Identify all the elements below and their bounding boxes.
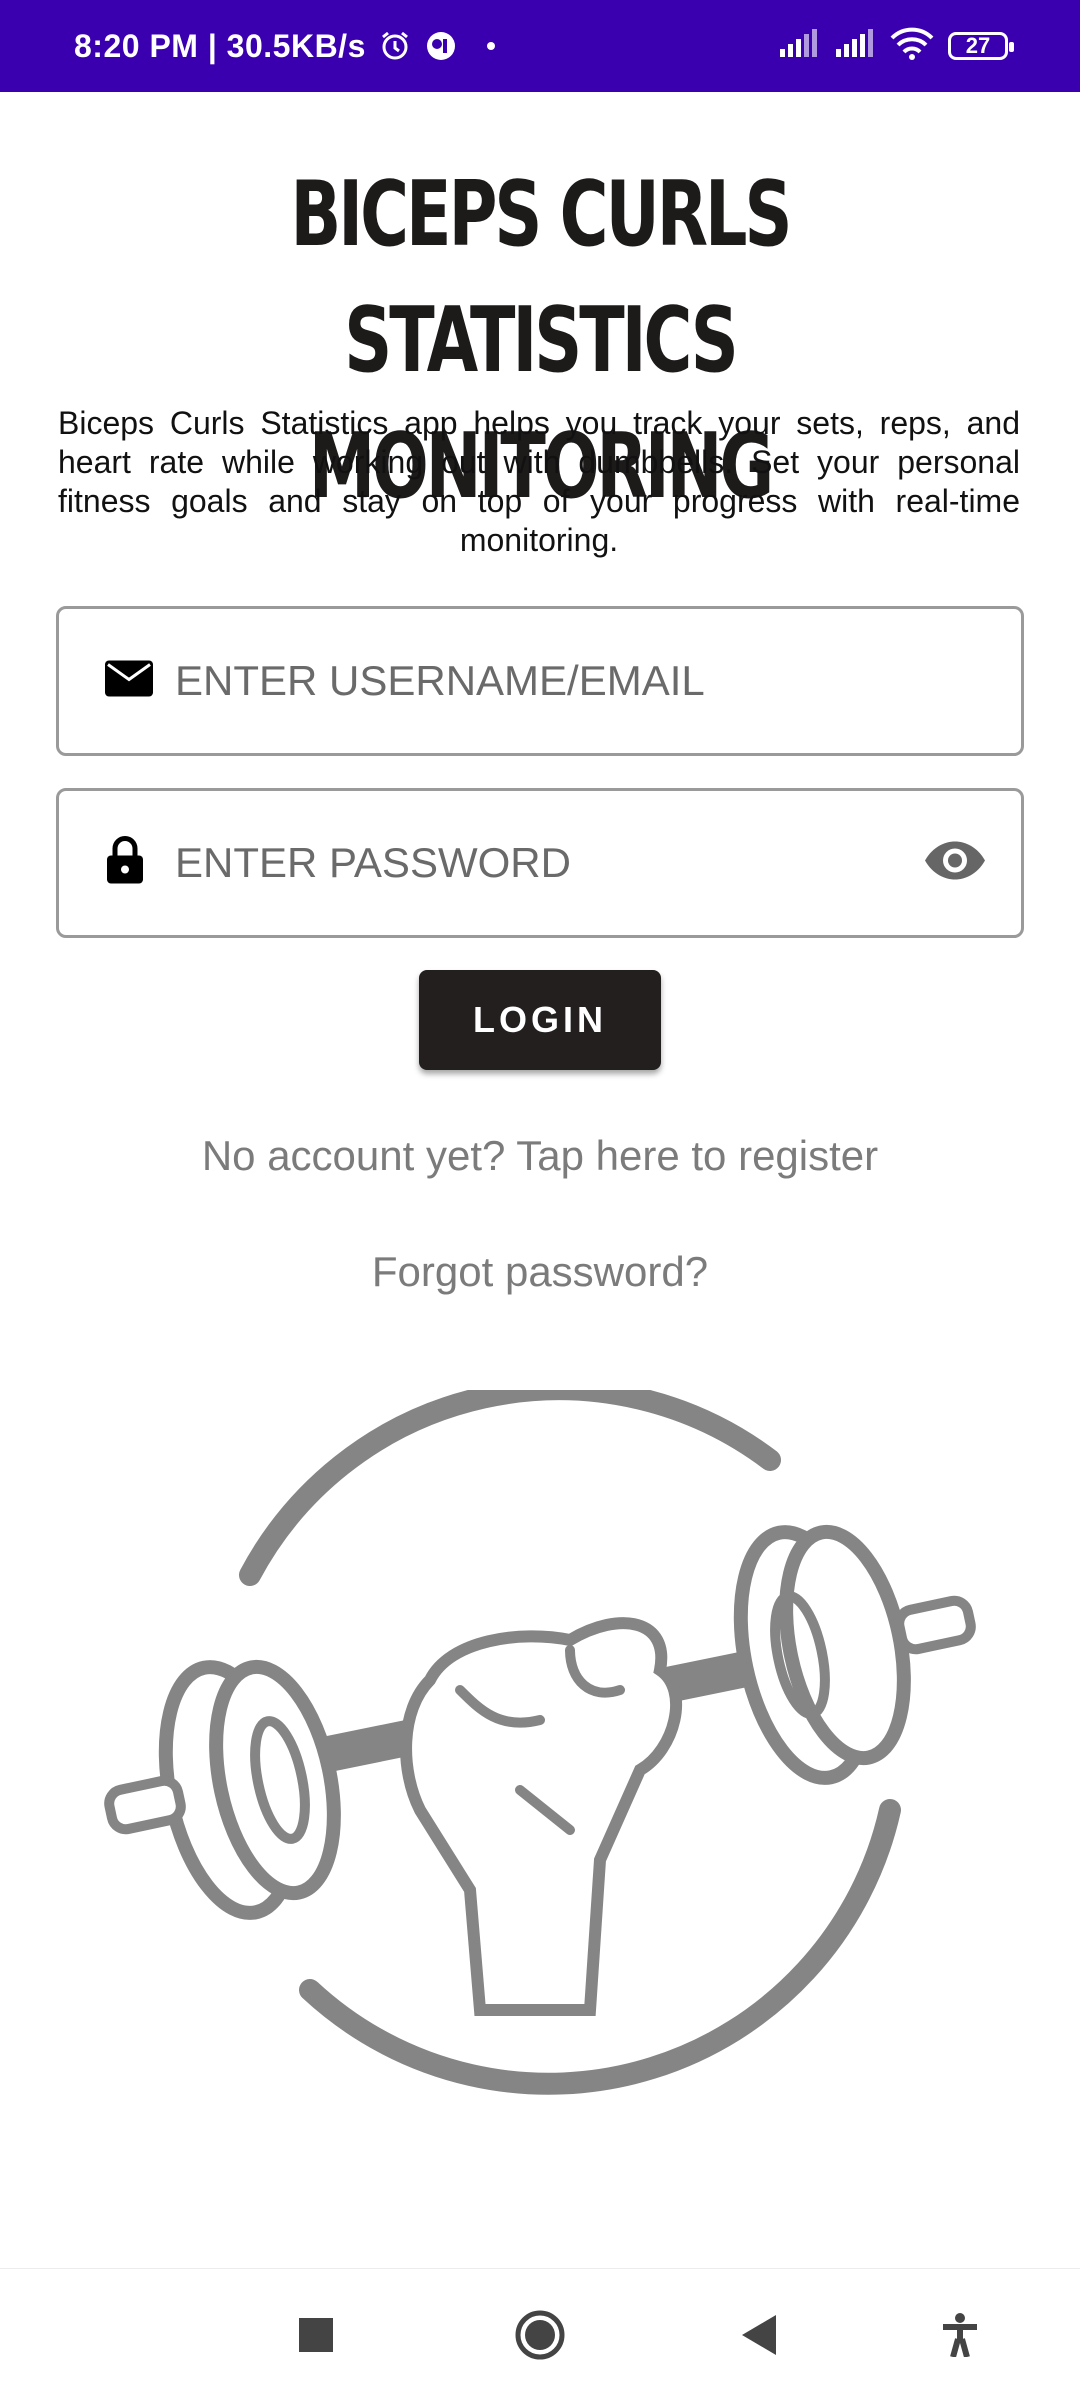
signal-icon — [834, 28, 876, 64]
navigation-bar — [0, 2268, 1080, 2401]
home-icon[interactable] — [480, 2269, 600, 2401]
forgot-password-link[interactable]: Forgot password? — [0, 1248, 1080, 1296]
back-icon[interactable] — [700, 2269, 820, 2401]
password-field[interactable] — [56, 788, 1024, 938]
app-description: Biceps Curls Statistics app helps you tr… — [58, 405, 1020, 558]
dumbbell-logo — [100, 1378, 980, 2130]
alarm-icon — [378, 29, 412, 63]
show-password-icon[interactable] — [923, 840, 987, 887]
status-right: 27 — [778, 0, 1014, 92]
register-link[interactable]: No account yet? Tap here to register — [0, 1132, 1080, 1180]
recents-icon[interactable] — [256, 2269, 376, 2401]
status-time-speed: 8:20 PM | 30.5KB/s — [74, 27, 366, 64]
lock-icon — [105, 836, 145, 891]
email-icon — [105, 659, 153, 704]
wifi-icon — [890, 27, 934, 66]
status-bar: 8:20 PM | 30.5KB/s 27 — [0, 0, 1080, 92]
app-icon — [424, 29, 458, 63]
battery-icon: 27 — [948, 32, 1014, 60]
username-input[interactable] — [175, 609, 955, 753]
status-left: 8:20 PM | 30.5KB/s — [74, 0, 496, 92]
login-button[interactable]: LOGIN — [419, 970, 661, 1070]
dot-icon — [486, 41, 496, 51]
password-input[interactable] — [175, 791, 955, 935]
accessibility-icon[interactable] — [900, 2269, 1020, 2401]
username-field[interactable] — [56, 606, 1024, 756]
signal-icon — [778, 28, 820, 64]
